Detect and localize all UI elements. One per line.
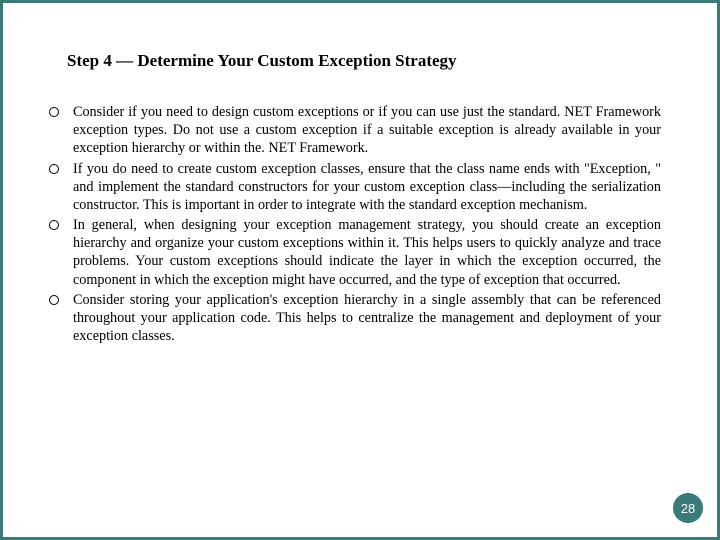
list-item: Consider storing your application's exce…	[43, 291, 661, 346]
page-number: 28	[681, 501, 695, 516]
bullet-list: Consider if you need to design custom ex…	[43, 103, 661, 345]
slide-title: Step 4 — Determine Your Custom Exception…	[67, 51, 661, 71]
list-item: Consider if you need to design custom ex…	[43, 103, 661, 158]
list-item: If you do need to create custom exceptio…	[43, 160, 661, 215]
slide-body: Step 4 — Determine Your Custom Exception…	[3, 3, 717, 387]
page-number-badge: 28	[673, 493, 703, 523]
list-item: In general, when designing your exceptio…	[43, 216, 661, 289]
